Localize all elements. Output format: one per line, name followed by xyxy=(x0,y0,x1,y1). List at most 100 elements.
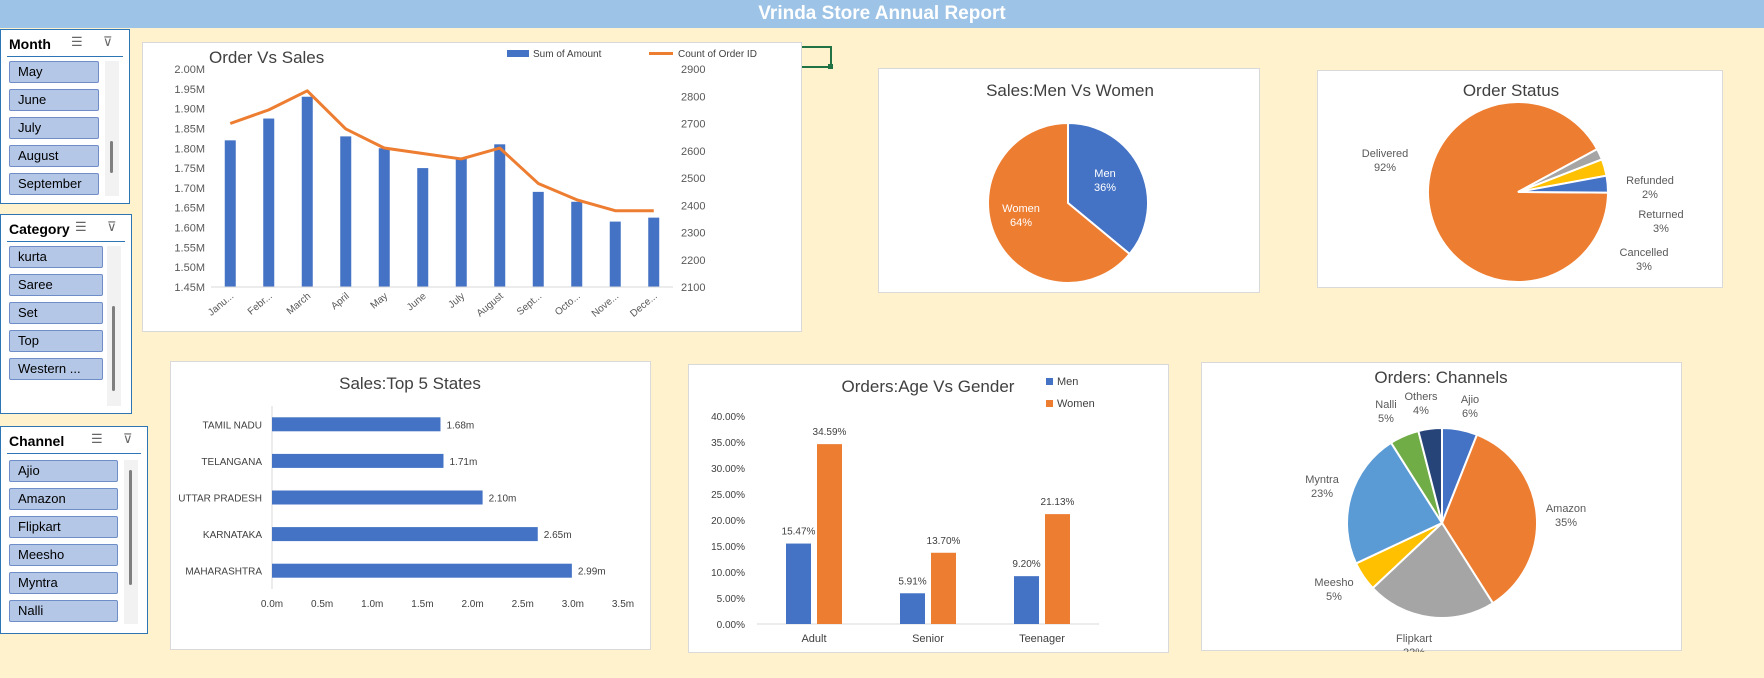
channels-chart[interactable]: Orders: Channels Ajio 6% Amazon 35% Flipkart 2… xyxy=(1201,362,1682,659)
chart-title: Orders:Age Vs Gender xyxy=(842,377,1015,396)
x-tick-label: 0.0m xyxy=(261,599,283,610)
legend-swatch-amount xyxy=(507,50,529,57)
slicer-divider xyxy=(7,241,125,242)
slicer-scroll-thumb[interactable] xyxy=(129,470,132,585)
data-label: 2.99m xyxy=(578,567,606,578)
multi-select-icon[interactable]: ☰ xyxy=(71,34,83,50)
legend-label-men: Men xyxy=(1057,376,1078,388)
slicer-scrollbar[interactable] xyxy=(105,61,119,196)
pie-label-value: 35% xyxy=(1555,517,1577,529)
slicer-item-amazon[interactable]: Amazon xyxy=(9,488,118,510)
top-states-chart[interactable]: Sales:Top 5 States TAMIL NADU 1.68m TELANGA… xyxy=(170,361,651,650)
slicer-item-saree[interactable]: Saree xyxy=(9,274,103,296)
data-label: 2.65m xyxy=(544,530,572,541)
y-right-tick-label: 2900 xyxy=(681,64,705,76)
order-status-chart[interactable]: Order Status Delivered 92% Refunded 2% Return… xyxy=(1317,70,1723,288)
legend-swatch-men xyxy=(1046,378,1053,385)
bar-state xyxy=(272,563,572,578)
age-gender-chart[interactable]: Orders:Age Vs Gender Men Women 0.00% 5.00% 10… xyxy=(688,364,1169,653)
selected-cell[interactable] xyxy=(800,46,833,69)
slicer-scroll-thumb[interactable] xyxy=(110,141,113,173)
slicer-item-kurta[interactable]: kurta xyxy=(9,246,103,268)
legend-label-amount: Sum of Amount xyxy=(533,49,602,60)
pie-label-name: Others xyxy=(1404,391,1438,403)
order-vs-sales-chart[interactable]: Order Vs Sales Sum of Amount Count of Orde… xyxy=(142,42,802,332)
x-tick-label: 0.5m xyxy=(311,599,333,610)
slicer-item-july[interactable]: July xyxy=(9,117,99,139)
slicer-item-september[interactable]: September xyxy=(9,173,99,195)
y-tick-label: MAHARASHTRA xyxy=(185,567,262,578)
pie-label-name: Women xyxy=(1002,203,1040,215)
slicer-scrollbar[interactable] xyxy=(124,460,138,624)
data-label: 2.10m xyxy=(489,494,517,505)
pie-label-value: 92% xyxy=(1374,162,1396,174)
slicer-item-top[interactable]: Top xyxy=(9,330,103,352)
report-title-bar: Vrinda Store Annual Report xyxy=(0,0,1764,28)
y-left-tick-label: 1.85M xyxy=(174,123,205,135)
y-tick-label: UTTAR PRADESH xyxy=(178,494,262,505)
slicer-item-ajio[interactable]: Ajio xyxy=(9,460,118,482)
pie-label-name: Amazon xyxy=(1546,503,1586,515)
y-left-tick-label: 1.75M xyxy=(174,163,205,175)
bar-state xyxy=(272,527,538,542)
bar-state xyxy=(272,417,441,432)
slicer-item-myntra[interactable]: Myntra xyxy=(9,572,118,594)
slicer-item-flipkart[interactable]: Flipkart xyxy=(9,516,118,538)
multi-select-icon[interactable]: ☰ xyxy=(75,219,87,235)
data-label: 15.47% xyxy=(782,527,816,538)
x-tick-label: 3.5m xyxy=(612,599,634,610)
pie-label-value: 2% xyxy=(1642,189,1658,201)
slicer-scrollbar[interactable] xyxy=(107,246,121,406)
sales-men-women-chart[interactable]: Sales:Men Vs Women Men 36% Women 64% xyxy=(878,68,1260,293)
slicer-scroll-thumb[interactable] xyxy=(112,306,115,391)
pie-label-name: Ajio xyxy=(1461,394,1479,406)
clear-filter-icon[interactable]: ⊽ xyxy=(107,219,117,235)
slicer-item-august[interactable]: August xyxy=(9,145,99,167)
month-slicer[interactable]: Month ☰ ⊽ May June July August September xyxy=(0,29,130,204)
y-right-tick-label: 2200 xyxy=(681,255,705,267)
slicer-item-western[interactable]: Western ... xyxy=(9,358,103,380)
x-tick-label: 2.5m xyxy=(512,599,534,610)
y-tick-label: TAMIL NADU xyxy=(203,420,262,431)
multi-select-icon[interactable]: ☰ xyxy=(91,431,103,447)
line-order-count xyxy=(229,89,654,213)
data-label: 5.91% xyxy=(898,576,926,587)
bar-amount xyxy=(609,221,621,287)
slicer-divider xyxy=(7,453,141,454)
y-tick-label: TELANGANA xyxy=(201,457,262,468)
pie-label-value: 3% xyxy=(1653,223,1669,235)
pie-label-name: Refunded xyxy=(1626,175,1674,187)
x-tick-label: April xyxy=(329,291,351,312)
y-tick-label: 35.00% xyxy=(711,438,745,449)
y-right-tick-label: 2600 xyxy=(681,146,705,158)
x-tick-label: August xyxy=(475,291,506,320)
category-slicer[interactable]: Category ☰ ⊽ kurta Saree Set Top Western… xyxy=(0,214,132,414)
x-tick-label: May xyxy=(369,291,391,312)
clear-filter-icon[interactable]: ⊽ xyxy=(103,34,113,50)
data-label: 13.70% xyxy=(927,536,961,547)
fill-handle[interactable] xyxy=(828,64,833,69)
slicer-item-nalli[interactable]: Nalli xyxy=(9,600,118,622)
pie-label-value: 6% xyxy=(1462,408,1478,420)
bar-women xyxy=(1045,514,1070,624)
slicer-item-meesho[interactable]: Meesho xyxy=(9,544,118,566)
clear-filter-icon[interactable]: ⊽ xyxy=(123,431,133,447)
y-left-tick-label: 1.50M xyxy=(174,262,205,274)
bar-amount xyxy=(455,158,467,287)
slicer-item-june[interactable]: June xyxy=(9,89,99,111)
legend-swatch-women xyxy=(1046,400,1053,407)
bar-state xyxy=(272,453,444,468)
slicer-item-set[interactable]: Set xyxy=(9,302,103,324)
x-tick-label: Senior xyxy=(912,633,944,645)
y-right-tick-label: 2700 xyxy=(681,119,705,131)
pie-label-value: 22% xyxy=(1403,647,1425,652)
y-tick-label: 15.00% xyxy=(711,542,745,553)
channel-slicer[interactable]: Channel ☰ ⊽ Ajio Amazon Flipkart Meesho … xyxy=(0,426,148,634)
order-status-svg: Order Status Delivered 92% Refunded 2% Return… xyxy=(1362,81,1684,283)
y-tick-label: 10.00% xyxy=(711,568,745,579)
pie-label-name: Delivered xyxy=(1362,148,1408,160)
channels-svg: Orders: Channels Ajio 6% Amazon 35% Flipkart 2… xyxy=(1305,368,1586,659)
x-tick-label: Adult xyxy=(801,633,826,645)
slicer-item-may[interactable]: May xyxy=(9,61,99,83)
pie-label-name: Returned xyxy=(1638,209,1683,221)
